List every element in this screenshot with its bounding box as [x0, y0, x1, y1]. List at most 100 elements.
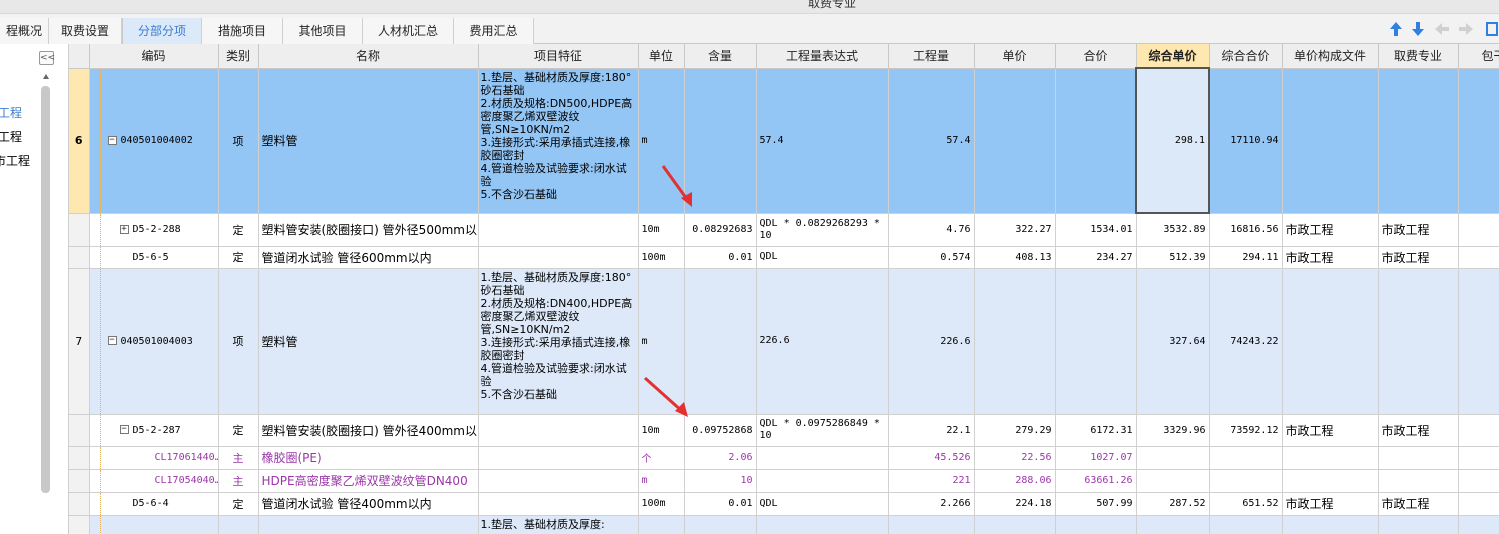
cell-type[interactable]: 定: [218, 213, 259, 247]
cell-unit-composite[interactable]: 3329.96: [1136, 414, 1210, 447]
cell-price-file[interactable]: 市政工程: [1282, 213, 1379, 247]
cell-composite-total[interactable]: [1209, 446, 1283, 470]
col-name-header[interactable]: 名称: [258, 44, 479, 69]
table-row[interactable]: CL17054040… 主 HDPE高密度聚乙烯双壁波纹管DN400 m 10 221 28…: [69, 469, 1499, 493]
cell-fee-specialty[interactable]: [1378, 469, 1459, 493]
cell-unit-composite[interactable]: 287.52: [1136, 492, 1210, 516]
cell-name[interactable]: 橡胶圈(PE): [258, 446, 479, 470]
cell-features[interactable]: [478, 213, 639, 247]
col-content-header[interactable]: 含量: [684, 44, 757, 69]
forward-icon[interactable]: [1458, 21, 1474, 37]
cell-code[interactable]: CL17061440…: [89, 446, 219, 470]
tab-cost-summary[interactable]: 费用汇总: [454, 18, 534, 45]
cell-name[interactable]: 塑料管安装(胶圈接口) 管外径400mm以内: [258, 414, 479, 447]
collapse-icon[interactable]: −: [119, 425, 129, 434]
cell-name[interactable]: 塑料管: [258, 68, 479, 214]
back-icon[interactable]: [1434, 21, 1450, 37]
cell-quantity[interactable]: 2.266: [888, 492, 975, 516]
col-expression-header[interactable]: 工程量表达式: [756, 44, 889, 69]
tab-other-items[interactable]: 其他项目: [283, 18, 363, 45]
move-up-icon[interactable]: [1388, 21, 1404, 37]
cell-code[interactable]: D5-6-4: [89, 492, 219, 516]
cell-features[interactable]: 1.垫层、基础材质及厚度:180° 砂石基础 2.材质及规格:DN400,HDP…: [478, 268, 639, 415]
table-row[interactable]: 6−040501004002 项塑料管 1.垫层、基础材质及厚度:180° 砂石基础…: [69, 67, 1499, 214]
cell-baogan[interactable]: [1458, 469, 1499, 493]
tab-project-overview[interactable]: 程概况: [0, 18, 49, 45]
cell-expression[interactable]: [756, 446, 889, 470]
cell-name[interactable]: 塑料管: [258, 268, 479, 415]
cell-price[interactable]: 22.56: [974, 446, 1056, 470]
col-fee-specialty-header[interactable]: 取费专业: [1378, 44, 1459, 69]
collapse-panel-button[interactable]: <<: [39, 51, 55, 65]
cell-quantity[interactable]: 45.526: [888, 446, 975, 470]
cell-unit[interactable]: m: [638, 268, 685, 415]
cell-baogan[interactable]: [1458, 68, 1499, 214]
cell-baogan[interactable]: [1458, 492, 1499, 516]
cell-type[interactable]: 定: [218, 246, 259, 269]
panel-icon[interactable]: [1484, 21, 1499, 37]
cell-composite-total[interactable]: 651.52: [1209, 492, 1283, 516]
cell-fee-specialty[interactable]: 市政工程: [1378, 492, 1459, 516]
cell-expression[interactable]: 226.6: [756, 268, 889, 415]
cell-baogan[interactable]: [1458, 515, 1499, 534]
cell-fee-specialty[interactable]: [1378, 268, 1459, 415]
cell-composite-total[interactable]: 17110.94: [1209, 68, 1283, 214]
cell-unit-composite[interactable]: 298.1: [1135, 67, 1210, 214]
cell-quantity[interactable]: [888, 515, 975, 534]
table-row[interactable]: − D5-2-287 定塑料管安装(胶圈接口) 管外径400mm以内 10m 0.097…: [69, 414, 1499, 447]
cell-content[interactable]: 0.08292683: [684, 213, 757, 247]
cell-baogan[interactable]: [1458, 446, 1499, 470]
cell-total[interactable]: 63661.26: [1055, 469, 1137, 493]
cell-total[interactable]: 507.99: [1055, 492, 1137, 516]
cell-name[interactable]: 管道闭水试验 管径600mm以内: [258, 246, 479, 269]
cell-features[interactable]: [478, 469, 639, 493]
cell-fee-specialty[interactable]: 市政工程: [1378, 213, 1459, 247]
col-features-header[interactable]: 项目特征: [478, 44, 639, 69]
cell-expression[interactable]: [756, 469, 889, 493]
cell-total[interactable]: 234.27: [1055, 246, 1137, 269]
col-unit-composite-header[interactable]: 综合单价: [1136, 44, 1210, 69]
col-code-header[interactable]: 编码: [89, 44, 219, 69]
cell-unit-composite[interactable]: 3532.89: [1136, 213, 1210, 247]
cell-expression[interactable]: QDL: [756, 492, 889, 516]
cell-composite-total[interactable]: 16816.56: [1209, 213, 1283, 247]
col-type-header[interactable]: 类别: [218, 44, 259, 69]
table-row[interactable]: CL17061440… 主橡胶圈(PE) 个 2.06 45.526 22.56 1027.…: [69, 446, 1499, 470]
cell-price-file[interactable]: 市政工程: [1282, 246, 1379, 269]
cell-name[interactable]: [258, 515, 479, 534]
cell-price[interactable]: [974, 268, 1056, 415]
scroll-up-icon[interactable]: [43, 74, 49, 79]
cell-fee-specialty[interactable]: 市政工程: [1378, 246, 1459, 269]
cell-expression[interactable]: QDL: [756, 246, 889, 269]
cell-unit-composite[interactable]: [1136, 515, 1210, 534]
col-price-file-header[interactable]: 单价构成文件: [1282, 44, 1379, 69]
cell-composite-total[interactable]: [1209, 469, 1283, 493]
cell-baogan[interactable]: [1458, 246, 1499, 269]
cell-type[interactable]: 定: [218, 414, 259, 447]
cell-price[interactable]: 408.13: [974, 246, 1056, 269]
cell-type[interactable]: 定: [218, 492, 259, 516]
cell-unit[interactable]: 100m: [638, 492, 685, 516]
cell-code[interactable]: [89, 515, 219, 534]
cell-unit[interactable]: 个: [638, 446, 685, 470]
cell-unit[interactable]: [638, 515, 685, 534]
cell-type[interactable]: 主: [218, 469, 259, 493]
cell-code[interactable]: + D5-2-288: [89, 213, 219, 247]
tree-item-3[interactable]: 市工程: [0, 152, 30, 169]
expand-icon[interactable]: +: [119, 224, 129, 234]
cell-total[interactable]: [1055, 68, 1137, 214]
tree-item-2[interactable]: 工程: [0, 128, 22, 145]
left-scrollbar[interactable]: [40, 74, 51, 534]
cell-features[interactable]: [478, 246, 639, 269]
cell-price-file[interactable]: 市政工程: [1282, 414, 1379, 447]
cell-price-file[interactable]: [1282, 515, 1379, 534]
collapse-icon[interactable]: −: [107, 135, 117, 145]
cell-price-file[interactable]: 市政工程: [1282, 492, 1379, 516]
cell-expression[interactable]: 57.4: [756, 68, 889, 214]
cell-code[interactable]: CL17054040…: [89, 469, 219, 493]
cell-fee-specialty[interactable]: [1378, 515, 1459, 534]
cell-price-file[interactable]: [1282, 446, 1379, 470]
cell-price[interactable]: 322.27: [974, 213, 1056, 247]
cell-unit-composite[interactable]: [1136, 446, 1210, 470]
cell-content[interactable]: 0.09752868: [684, 414, 757, 447]
